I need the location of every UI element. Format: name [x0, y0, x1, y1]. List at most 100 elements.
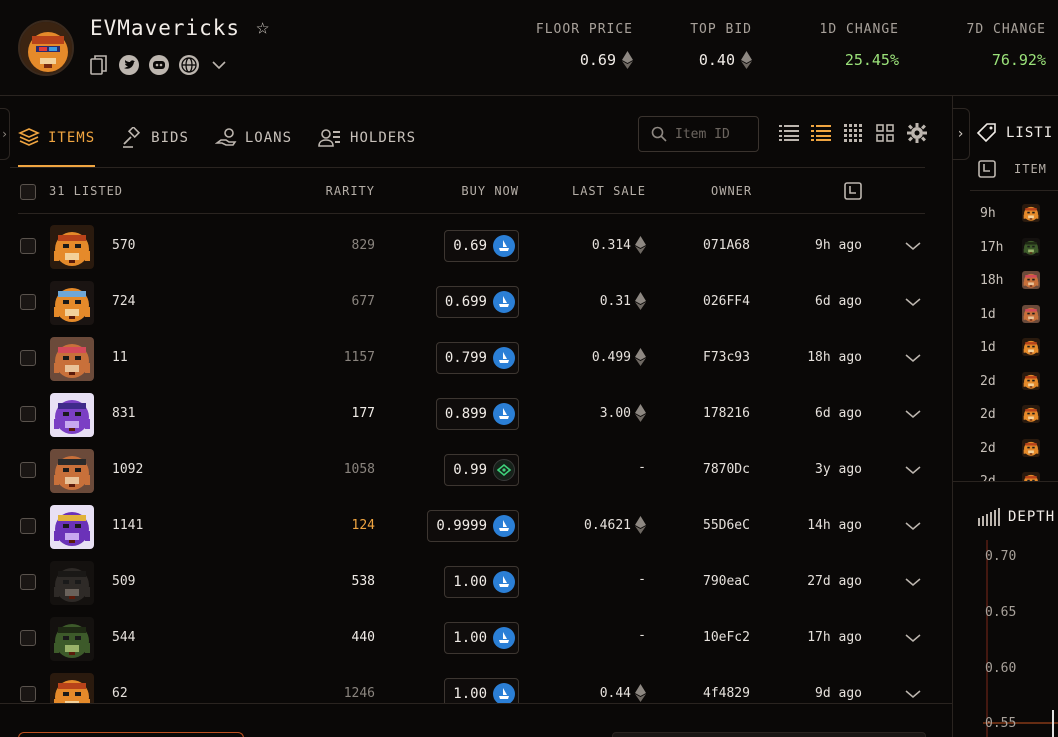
listing-activity-item[interactable]: 2d [980, 366, 1058, 396]
buy-now-column-header[interactable]: BUY NOW [461, 184, 519, 198]
buy-now-button[interactable]: 0.799 [435, 342, 519, 374]
nft-thumbnail[interactable] [50, 337, 94, 381]
item-id[interactable]: 1092 [112, 462, 143, 477]
table-row[interactable]: 570 829 0.69 0.314 071A68 9h ago [18, 218, 925, 274]
nft-thumbnail[interactable] [50, 449, 94, 493]
item-id[interactable]: 509 [112, 574, 135, 589]
row-checkbox[interactable] [20, 686, 36, 702]
owner-address[interactable]: 026FF4 [703, 294, 750, 309]
buy-now-button[interactable]: 1.00 [444, 566, 519, 598]
nft-thumbnail[interactable] [50, 225, 94, 269]
chevron-down-icon[interactable] [905, 404, 921, 423]
listing-activity-item[interactable]: 1d [980, 299, 1058, 329]
owner-address[interactable]: 790eaC [703, 574, 750, 589]
table-row[interactable]: 831 177 0.899 3.00 178216 6d ago [18, 386, 925, 442]
item-id[interactable]: 570 [112, 238, 135, 253]
row-checkbox[interactable] [20, 406, 36, 422]
chevron-down-icon[interactable] [905, 516, 921, 535]
rarity-column-header[interactable]: RARITY [326, 184, 375, 198]
row-checkbox[interactable] [20, 630, 36, 646]
clock-icon[interactable] [844, 182, 862, 203]
chevron-down-icon[interactable] [905, 684, 921, 703]
chevron-down-icon[interactable] [905, 292, 921, 311]
owner-address[interactable]: 071A68 [703, 238, 750, 253]
item-search[interactable] [638, 116, 759, 152]
bottom-action-button[interactable] [18, 732, 244, 737]
nft-thumbnail[interactable] [50, 281, 94, 325]
table-row[interactable]: 544 440 1.00 - 10eFc2 17h ago [18, 610, 925, 666]
twitter-icon[interactable] [118, 54, 140, 76]
tab-loans[interactable]: LOANS [214, 113, 292, 163]
chevron-down-icon[interactable] [905, 572, 921, 591]
listing-activity-item[interactable]: 2d [980, 466, 1058, 481]
item-id[interactable]: 62 [112, 686, 128, 701]
owner-address[interactable]: 10eFc2 [703, 630, 750, 645]
chevron-down-icon[interactable] [905, 628, 921, 647]
buy-now-button[interactable]: 0.99 [444, 454, 519, 486]
dense-grid-view-icon[interactable] [842, 122, 864, 144]
table-row[interactable]: 1141 124 0.9999 0.4621 55D6eC 14h ago [18, 498, 925, 554]
nft-thumbnail [1022, 371, 1040, 390]
item-id[interactable]: 1141 [112, 518, 143, 533]
globe-icon[interactable] [178, 54, 200, 76]
buy-now-button[interactable]: 1.00 [444, 622, 519, 654]
item-id[interactable]: 544 [112, 630, 135, 645]
list-view-icon[interactable] [778, 122, 800, 144]
nft-thumbnail[interactable] [50, 673, 94, 703]
tab-items[interactable]: ITEMS [18, 113, 96, 167]
collapse-right-panel-button[interactable]: › [952, 108, 970, 160]
owner-address[interactable]: 7870Dc [703, 462, 750, 477]
owner-address[interactable]: 178216 [703, 406, 750, 421]
copy-icon[interactable] [88, 54, 110, 76]
listing-activity-item[interactable]: 17h [980, 232, 1058, 262]
select-all-checkbox[interactable] [20, 184, 36, 200]
listing-activity-item[interactable]: 9h [980, 198, 1058, 228]
row-checkbox[interactable] [20, 462, 36, 478]
chevron-down-icon[interactable] [905, 348, 921, 367]
row-checkbox[interactable] [20, 574, 36, 590]
search-input[interactable] [675, 126, 755, 142]
row-checkbox[interactable] [20, 518, 36, 534]
chevron-down-icon[interactable] [208, 54, 230, 76]
last-sale-column-header[interactable]: LAST SALE [572, 184, 646, 198]
chevron-down-icon[interactable] [905, 460, 921, 479]
row-checkbox[interactable] [20, 350, 36, 366]
item-id[interactable]: 831 [112, 406, 135, 421]
buy-now-button[interactable]: 1.00 [444, 678, 519, 703]
favorite-star-icon[interactable]: ☆ [256, 15, 269, 40]
table-row[interactable]: 724 677 0.699 0.31 026FF4 6d ago [18, 274, 925, 330]
owner-column-header[interactable]: OWNER [711, 184, 752, 198]
listing-activity-item[interactable]: 1d [980, 332, 1058, 362]
settings-gear-icon[interactable] [906, 122, 928, 144]
item-id[interactable]: 11 [112, 350, 128, 365]
listing-activity-item[interactable]: 2d [980, 399, 1058, 429]
row-checkbox[interactable] [20, 238, 36, 254]
nft-thumbnail[interactable] [50, 393, 94, 437]
collapse-left-panel-button[interactable]: › [0, 108, 10, 160]
row-checkbox[interactable] [20, 294, 36, 310]
owner-address[interactable]: 4f4829 [703, 686, 750, 701]
owner-address[interactable]: F73c93 [703, 350, 750, 365]
chevron-down-icon[interactable] [905, 236, 921, 255]
table-row[interactable]: 509 538 1.00 - 790eaC 27d ago [18, 554, 925, 610]
discord-icon[interactable] [148, 54, 170, 76]
owner-address[interactable]: 55D6eC [703, 518, 750, 533]
tab-holders[interactable]: HOLDERS [318, 113, 416, 163]
table-row[interactable]: 1092 1058 0.99 - 7870Dc 3y ago [18, 442, 925, 498]
buy-now-button[interactable]: 0.9999 [427, 510, 519, 542]
nft-thumbnail[interactable] [50, 505, 94, 549]
detail-list-view-icon[interactable] [810, 122, 832, 144]
nft-thumbnail[interactable] [50, 561, 94, 605]
buy-now-button[interactable]: 0.899 [435, 398, 519, 430]
buy-now-button[interactable]: 0.699 [435, 286, 519, 318]
table-row[interactable]: 62 1246 1.00 0.44 4f4829 9d ago [18, 666, 925, 703]
tab-bids[interactable]: BIDS [121, 113, 189, 163]
buy-now-button[interactable]: 0.69 [444, 230, 519, 262]
grid-view-icon[interactable] [874, 122, 896, 144]
table-row[interactable]: 11 1157 0.799 0.499 F73c93 18h ago [18, 330, 925, 386]
listing-activity-item[interactable]: 18h [980, 265, 1058, 295]
item-id[interactable]: 724 [112, 294, 135, 309]
listing-activity-item[interactable]: 2d [980, 433, 1058, 463]
bottom-controls[interactable] [612, 732, 926, 737]
nft-thumbnail[interactable] [50, 617, 94, 661]
